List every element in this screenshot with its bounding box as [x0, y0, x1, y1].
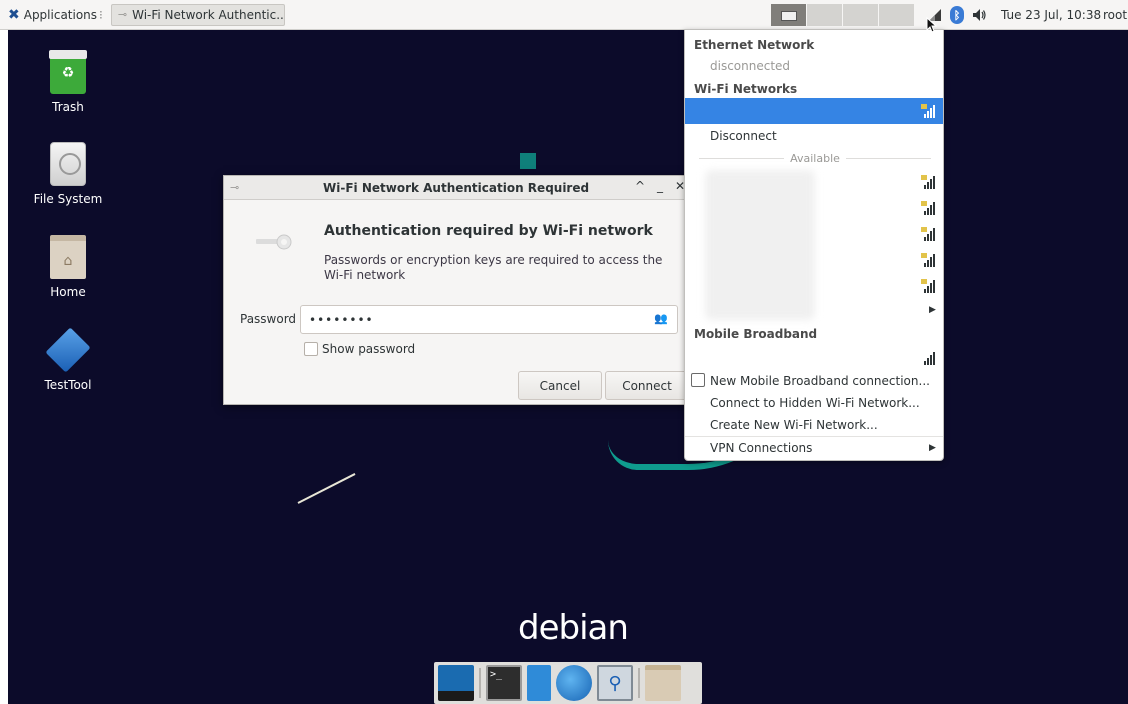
testtool-shortcut-icon [45, 327, 91, 373]
desktop-icon-testtool[interactable]: TestTool [8, 327, 128, 392]
applications-label: Applications [23, 7, 98, 22]
available-label: Available [790, 151, 840, 165]
desktop-icon-label: Home [50, 285, 86, 299]
volume-icon[interactable] [969, 5, 989, 25]
password-label: Password [240, 312, 297, 326]
trash-icon: ♻ [49, 50, 87, 94]
dock-separator [638, 668, 640, 698]
mouse-cursor-icon [926, 17, 938, 33]
password-field[interactable]: •••••••• [300, 305, 678, 334]
wifi-auth-dialog: ⊸ Wi-Fi Network Authentication Required … [223, 175, 693, 405]
taskbar-window-button[interactable]: ⊸ Wi-Fi Network Authentic... [110, 3, 285, 26]
new-mobile-broadband-checkbox[interactable] [691, 373, 705, 387]
dialog-heading: Authentication required by Wi-Fi network [324, 223, 653, 239]
dock: >_ ⚲ [434, 662, 702, 704]
wifi-signal-lock-icon[interactable] [920, 200, 938, 216]
dialog-title: Wi-Fi Network Authentication Required [323, 181, 590, 195]
disconnect-item[interactable]: Disconnect [710, 129, 777, 143]
connected-wifi-item[interactable] [685, 98, 943, 124]
applications-menu-button[interactable]: ✖ Applications ⁝ [0, 4, 107, 26]
file-manager-icon[interactable] [527, 665, 551, 701]
terminal-icon[interactable]: >_ [486, 665, 522, 701]
panel-separator-icon: ⁝ [99, 7, 103, 22]
dialog-description: Passwords or encryption keys are require… [324, 253, 663, 282]
more-networks-arrow-icon[interactable]: ▶ [929, 305, 936, 315]
dialog-titlebar[interactable]: ⊸ Wi-Fi Network Authentication Required … [224, 176, 692, 200]
wifi-signal-lock-icon[interactable] [920, 252, 938, 268]
wifi-signal-lock-icon [921, 104, 935, 118]
menu-divider [685, 436, 943, 437]
create-wifi-item[interactable]: Create New Wi-Fi Network... [710, 418, 878, 432]
key-icon: ⊸ [117, 8, 128, 21]
workspace-1[interactable] [771, 4, 807, 26]
shade-button[interactable]: ^ [632, 179, 648, 193]
dock-separator [479, 668, 481, 698]
show-desktop-icon[interactable] [438, 665, 474, 701]
wifi-signal-lock-icon[interactable] [920, 226, 938, 242]
users-icon[interactable]: 👥 [654, 312, 668, 325]
workspace-4[interactable] [879, 4, 915, 26]
bluetooth-icon[interactable]: ᛒ [947, 5, 967, 25]
connect-hidden-wifi-item[interactable]: Connect to Hidden Wi-Fi Network... [710, 396, 920, 410]
top-panel: ✖ Applications ⁝ ⊸ Wi-Fi Network Authent… [0, 0, 1128, 30]
ethernet-status: disconnected [710, 59, 791, 73]
keys-icon [256, 234, 292, 250]
wifi-signal-lock-icon[interactable] [920, 278, 938, 294]
workspace-3[interactable] [843, 4, 879, 26]
wallpaper-teal-block [520, 153, 536, 169]
network-menu: Ethernet Network disconnected Wi-Fi Netw… [684, 29, 944, 461]
home-folder-icon: ⌂ [50, 235, 86, 279]
wifi-signal-lock-icon[interactable] [920, 174, 938, 190]
workspace-switcher [771, 4, 915, 26]
new-mobile-broadband-item[interactable]: New Mobile Broadband connection... [710, 374, 930, 388]
drive-icon [50, 142, 86, 186]
ethernet-header: Ethernet Network [694, 38, 815, 52]
desktop-icon-home[interactable]: ⌂ Home [8, 235, 128, 299]
desktop-icon-trash[interactable]: ♻ Trash [8, 50, 128, 114]
wallpaper-line [297, 473, 356, 504]
checkbox-box[interactable] [304, 342, 318, 356]
desktop-icon-label: TestTool [44, 378, 92, 392]
mobile-signal-icon [924, 352, 935, 365]
workspace-2[interactable] [807, 4, 843, 26]
show-password-label: Show password [322, 342, 416, 356]
panel-user-menu[interactable]: root [1103, 8, 1127, 22]
available-separator: Available [699, 151, 931, 165]
cancel-button[interactable]: Cancel [518, 371, 602, 400]
desktop-icon-label: File System [33, 192, 103, 206]
vpn-connections-item[interactable]: VPN Connections [710, 441, 812, 455]
debian-logo: debian [518, 608, 629, 648]
desktop-icon-file-system[interactable]: File System [8, 142, 128, 206]
xfce-logo-icon: ✖ [8, 6, 20, 23]
connect-button[interactable]: Connect [605, 371, 689, 400]
password-value: •••••••• [309, 312, 374, 327]
taskbar-window-label: Wi-Fi Network Authentic... [132, 7, 285, 22]
web-browser-icon[interactable] [556, 665, 592, 701]
mobile-broadband-header: Mobile Broadband [694, 327, 818, 341]
submenu-arrow-icon: ▶ [929, 443, 936, 453]
show-password-checkbox[interactable]: Show password [304, 342, 415, 356]
panel-clock[interactable]: Tue 23 Jul, 10:38 [1001, 8, 1101, 22]
key-icon: ⊸ [230, 181, 240, 194]
minimize-button[interactable]: _ [652, 179, 668, 193]
app-finder-icon[interactable]: ⚲ [597, 665, 633, 701]
folder-icon[interactable] [645, 665, 681, 701]
desktop-icon-label: Trash [52, 100, 84, 114]
available-networks-list[interactable] [705, 170, 815, 320]
wifi-header: Wi-Fi Networks [694, 82, 798, 96]
